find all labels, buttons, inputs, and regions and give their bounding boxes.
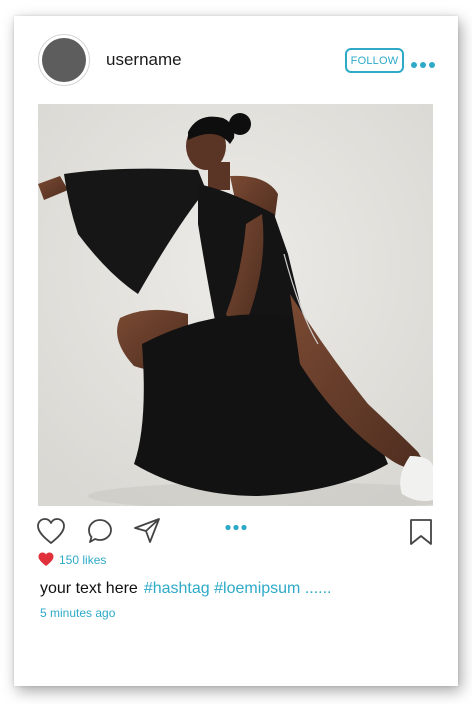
follow-button[interactable]: FOLLOW	[345, 48, 404, 73]
avatar-image	[42, 38, 86, 82]
post-card: username FOLLOW 150 likes your text here…	[14, 16, 458, 686]
paper-plane-icon[interactable]	[132, 516, 162, 544]
more-options-icon[interactable]	[410, 56, 436, 68]
caption: your text here #hashtag #loemipsum ......	[40, 580, 331, 598]
avatar[interactable]	[38, 34, 90, 86]
timestamp: 5 minutes ago	[40, 606, 116, 620]
bookmark-icon[interactable]	[409, 518, 433, 546]
hashtags[interactable]: #hashtag #loemipsum ......	[144, 580, 332, 597]
caption-text: your text here	[40, 580, 138, 597]
heart-filled-icon	[38, 552, 54, 566]
likes-count[interactable]: 150 likes	[59, 553, 106, 567]
more-dots-icon[interactable]	[224, 518, 248, 531]
likes-row[interactable]: 150 likes	[38, 552, 106, 567]
comment-bubble-icon[interactable]	[86, 517, 114, 545]
post-photo[interactable]	[38, 104, 433, 506]
heart-outline-icon[interactable]	[36, 517, 66, 545]
username[interactable]: username	[106, 50, 182, 70]
